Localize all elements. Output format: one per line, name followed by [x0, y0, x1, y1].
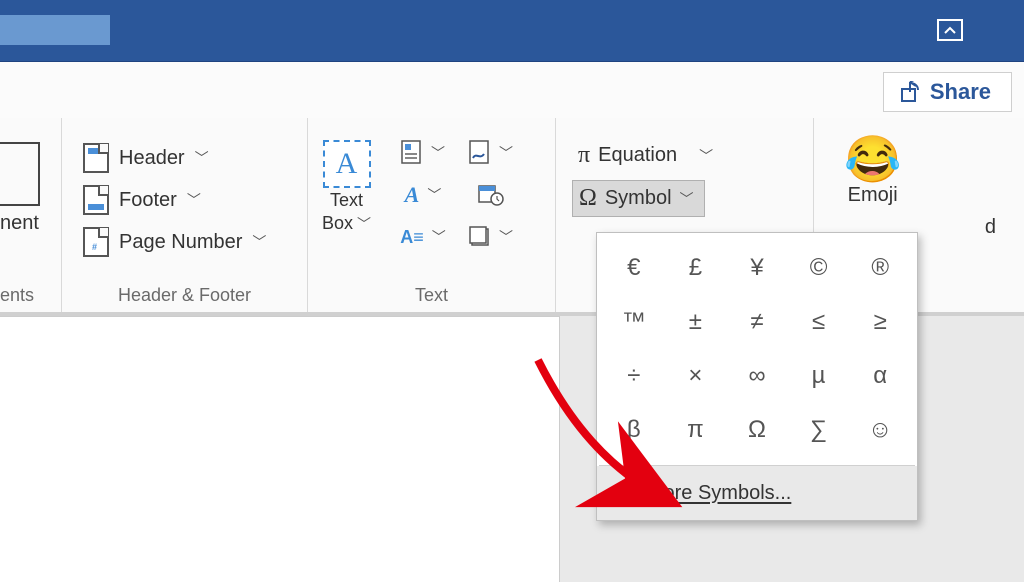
- chevron-down-icon: ﹀: [431, 143, 445, 163]
- symbol-cell[interactable]: ®: [849, 241, 911, 295]
- text-box-label-1: Text: [330, 190, 363, 211]
- chevron-down-icon: ﹀: [252, 232, 266, 252]
- share-icon: [900, 81, 922, 103]
- chevron-down-icon: ﹀: [499, 227, 513, 247]
- footer-icon: [83, 185, 109, 215]
- page-number-label: Page Number: [119, 231, 242, 254]
- equation-label: Equation: [598, 144, 677, 167]
- symbol-label: Symbol: [605, 187, 672, 210]
- symbol-button[interactable]: Ω Symbol ﹀: [572, 180, 705, 217]
- symbol-cell[interactable]: ∞: [726, 349, 788, 403]
- group-comments-partial: nent ents: [0, 118, 62, 312]
- omega-icon: Ω: [617, 480, 635, 507]
- pi-icon: π: [578, 142, 590, 169]
- chevron-down-icon: ﹀: [187, 190, 201, 210]
- text-group-label: Text: [308, 285, 555, 306]
- symbol-cell[interactable]: π: [665, 403, 727, 457]
- header-icon: [83, 143, 109, 173]
- chevron-down-icon: ﹀: [427, 185, 441, 205]
- wordart-icon: A: [405, 182, 420, 208]
- footer-button[interactable]: Footer ﹀: [78, 180, 210, 220]
- title-highlight: [0, 15, 110, 45]
- chevron-down-icon: ﹀: [432, 227, 446, 247]
- share-button[interactable]: Share: [883, 72, 1012, 112]
- quick-parts-button[interactable]: ﹀: [408, 138, 438, 168]
- date-time-icon: [478, 183, 504, 207]
- page-canvas[interactable]: [0, 316, 560, 582]
- header-label: Header: [119, 147, 185, 170]
- symbol-cell[interactable]: ☺: [849, 403, 911, 457]
- comment-label-partial: nent: [0, 212, 39, 235]
- symbol-cell[interactable]: £: [665, 241, 727, 295]
- title-bar: [0, 0, 1024, 62]
- emoji-icon: 😂: [844, 136, 901, 182]
- object-icon: [469, 226, 491, 248]
- object-button[interactable]: ﹀: [476, 222, 506, 252]
- symbol-dropdown: € £ ¥ © ® ™ ± ≠ ≤ ≥ ÷ × ∞ µ α β π Ω ∑ ☺ …: [596, 232, 918, 521]
- emoji-button[interactable]: 😂 Emoji: [844, 136, 901, 207]
- symbol-cell[interactable]: ¥: [726, 241, 788, 295]
- header-button[interactable]: Header ﹀: [78, 138, 218, 178]
- symbol-cell[interactable]: ×: [665, 349, 727, 403]
- drop-cap-icon: A≡: [400, 227, 424, 248]
- signature-icon: [469, 140, 491, 166]
- symbol-cell[interactable]: ≤: [788, 295, 850, 349]
- footer-label: Footer: [119, 189, 177, 212]
- share-label: Share: [930, 79, 991, 105]
- date-time-button[interactable]: [476, 180, 506, 210]
- symbol-cell[interactable]: µ: [788, 349, 850, 403]
- quick-parts-icon: [401, 140, 423, 166]
- symbol-cell[interactable]: ±: [665, 295, 727, 349]
- symbol-cell[interactable]: ≥: [849, 295, 911, 349]
- comments-group-label-partial: ents: [0, 285, 34, 306]
- omega-icon: Ω: [579, 185, 597, 212]
- symbol-grid: € £ ¥ © ® ™ ± ≠ ≤ ≥ ÷ × ∞ µ α β π Ω ∑ ☺: [597, 233, 917, 465]
- emoji-label: Emoji: [848, 184, 898, 207]
- symbol-cell[interactable]: β: [603, 403, 665, 457]
- symbol-cell[interactable]: ™: [603, 295, 665, 349]
- symbol-cell[interactable]: α: [849, 349, 911, 403]
- comment-icon-partial[interactable]: [0, 142, 40, 206]
- symbol-cell[interactable]: Ω: [726, 403, 788, 457]
- symbol-cell[interactable]: ÷: [603, 349, 665, 403]
- partial-text-behind-dropdown: d: [985, 216, 996, 239]
- symbol-cell[interactable]: ∑: [788, 403, 850, 457]
- signature-line-button[interactable]: ﹀: [476, 138, 506, 168]
- equation-button[interactable]: π Equation ﹀: [572, 138, 723, 173]
- ribbon-display-options-icon[interactable]: [936, 18, 964, 42]
- text-box-icon: A: [323, 140, 371, 188]
- drop-cap-button[interactable]: A≡ ﹀: [408, 222, 438, 252]
- page-number-icon: #: [83, 227, 109, 257]
- chevron-down-icon: ﹀: [195, 148, 209, 168]
- symbol-cell[interactable]: ©: [788, 241, 850, 295]
- chevron-down-icon: ﹀: [699, 146, 713, 166]
- symbol-cell[interactable]: ≠: [726, 295, 788, 349]
- page-number-button[interactable]: # Page Number ﹀: [78, 222, 275, 262]
- symbol-cell[interactable]: €: [603, 241, 665, 295]
- chevron-down-icon: ﹀: [680, 189, 694, 209]
- share-bar: Share: [0, 62, 1024, 118]
- group-text: A Text Box ﹀ ﹀ A ﹀ A≡ ﹀: [308, 118, 556, 312]
- chevron-down-icon: ﹀: [499, 143, 513, 163]
- header-footer-group-label: Header & Footer: [62, 285, 307, 306]
- more-symbols-label: More Symbols...: [647, 482, 791, 505]
- group-header-footer: Header ﹀ Footer ﹀ # Page Number ﹀ Header…: [62, 118, 308, 312]
- wordart-button[interactable]: A ﹀: [408, 180, 438, 210]
- chevron-down-icon: ﹀: [357, 214, 371, 234]
- more-symbols-button[interactable]: Ω More Symbols...: [597, 466, 917, 520]
- text-box-button[interactable]: A Text Box ﹀: [322, 140, 371, 234]
- text-box-label-2: Box: [322, 213, 353, 234]
